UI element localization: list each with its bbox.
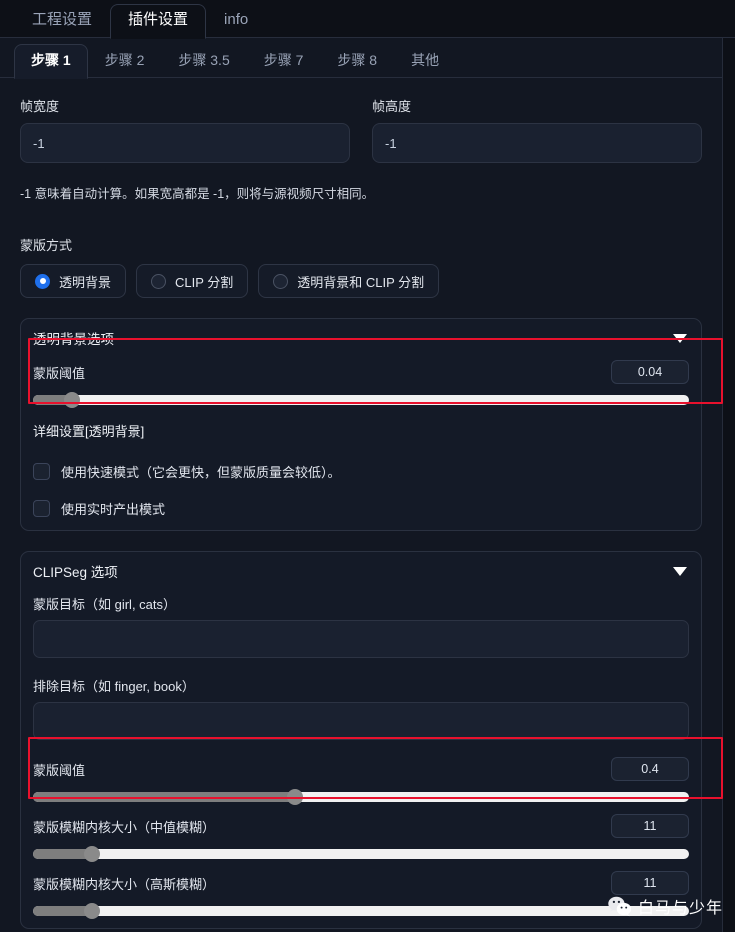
frame-height-field: 帧高度	[372, 96, 702, 163]
chevron-down-icon[interactable]	[673, 333, 687, 343]
frame-width-input[interactable]	[20, 123, 350, 163]
frame-width-label: 帧宽度	[20, 99, 60, 114]
gaussian-blur-slider-row: 蒙版模糊内核大小（高斯模糊） 11	[33, 871, 689, 919]
right-gutter	[723, 38, 735, 932]
slider-thumb[interactable]	[84, 846, 101, 862]
mask-mode-label: 蒙版方式	[20, 238, 73, 253]
step-tab-1[interactable]: 步骤 1	[14, 44, 88, 79]
transparent-group-header[interactable]: 透明背景选项	[33, 328, 689, 348]
radio-transparent-and-clip[interactable]: 透明背景和 CLIP 分割	[258, 264, 440, 298]
transparent-group-title: 透明背景选项	[33, 332, 114, 347]
checkbox-fast-mode[interactable]: 使用快速模式（它会更快，但蒙版质量会较低）。	[33, 462, 689, 481]
transparent-threshold-label: 蒙版阈值	[33, 365, 86, 381]
wechat-icon	[608, 896, 632, 916]
radio-label: 透明背景和 CLIP 分割	[297, 274, 425, 290]
step-tab-7[interactable]: 步骤 7	[247, 44, 321, 78]
transparent-threshold-slider-row: 蒙版阈值 0.04	[33, 360, 689, 408]
chevron-down-icon[interactable]	[673, 566, 687, 576]
step-tab-bar: 步骤 1 步骤 2 步骤 3.5 步骤 7 步骤 8 其他	[0, 38, 722, 79]
checkbox-icon	[33, 463, 50, 480]
frame-size-row: 帧宽度 帧高度	[20, 96, 702, 163]
median-blur-slider-row: 蒙版模糊内核大小（中值模糊） 11	[33, 814, 689, 862]
frame-height-input[interactable]	[372, 123, 702, 163]
radio-clip-segmentation[interactable]: CLIP 分割	[136, 264, 249, 298]
frame-height-label: 帧高度	[372, 99, 412, 114]
radio-label: CLIP 分割	[175, 274, 234, 290]
radio-dot-icon	[35, 273, 50, 289]
slider-thumb[interactable]	[64, 392, 81, 408]
step-tab-3-5[interactable]: 步骤 3.5	[161, 44, 246, 78]
transparent-background-group: 透明背景选项 蒙版阈值 0.04 详细设置[透明背景] 使用快速模式（它会更快，…	[20, 318, 702, 531]
clipseg-threshold-value[interactable]: 0.4	[611, 757, 689, 781]
radio-transparent-background[interactable]: 透明背景	[20, 264, 127, 298]
clipseg-group: CLIPSeg 选项 蒙版目标（如 girl, cats） 排除目标（如 fin…	[20, 551, 702, 929]
gaussian-blur-slider[interactable]	[33, 903, 689, 919]
tab-project-settings[interactable]: 工程设置	[14, 4, 110, 38]
step-tab-2[interactable]: 步骤 2	[88, 44, 162, 78]
frame-width-field: 帧宽度	[20, 96, 350, 163]
step-tab-other[interactable]: 其他	[394, 44, 456, 78]
checkbox-realtime-output[interactable]: 使用实时产出模式	[33, 499, 689, 518]
mask-target-label: 蒙版目标（如 girl, cats）	[33, 597, 177, 612]
tab-plugin-settings[interactable]: 插件设置	[110, 4, 207, 39]
transparent-detail-title: 详细设置[透明背景]	[33, 424, 145, 439]
exclude-target-label: 排除目标（如 finger, book）	[33, 679, 195, 694]
plugin-settings-panel: 步骤 1 步骤 2 步骤 3.5 步骤 7 步骤 8 其他 帧宽度 帧高度 -1…	[0, 38, 723, 932]
clipseg-threshold-top: 蒙版阈值 0.4	[33, 757, 689, 781]
clipseg-threshold-slider[interactable]	[33, 789, 689, 805]
checkbox-label: 使用快速模式（它会更快，但蒙版质量会较低）。	[61, 465, 341, 480]
transparent-threshold-value[interactable]: 0.04	[611, 360, 689, 384]
mask-mode-radio-group: 透明背景 CLIP 分割 透明背景和 CLIP 分割	[20, 264, 702, 298]
clipseg-group-header[interactable]: CLIPSeg 选项	[33, 561, 689, 581]
slider-thumb[interactable]	[84, 903, 101, 919]
radio-dot-icon	[273, 273, 289, 289]
gaussian-blur-label: 蒙版模糊内核大小（高斯模糊）	[33, 876, 216, 892]
slider-fill	[33, 792, 296, 802]
radio-dot-icon	[151, 273, 167, 289]
median-blur-top: 蒙版模糊内核大小（中值模糊） 11	[33, 814, 689, 838]
tab-info[interactable]: info	[206, 4, 266, 38]
checkbox-icon	[33, 500, 50, 517]
step-tab-8[interactable]: 步骤 8	[320, 44, 394, 78]
slider-thumb[interactable]	[287, 789, 304, 805]
mask-target-input[interactable]	[33, 620, 689, 658]
median-blur-label: 蒙版模糊内核大小（中值模糊）	[33, 819, 216, 835]
median-blur-slider[interactable]	[33, 846, 689, 862]
median-blur-value[interactable]: 11	[611, 814, 689, 838]
clipseg-group-title: CLIPSeg 选项	[33, 565, 118, 580]
radio-label: 透明背景	[59, 274, 112, 290]
settings-body: 帧宽度 帧高度 -1 意味着自动计算。如果宽高都是 -1，则将与源视频尺寸相同。…	[0, 78, 722, 929]
transparent-threshold-top: 蒙版阈值 0.04	[33, 360, 689, 384]
exclude-target-input[interactable]	[33, 702, 689, 740]
watermark: 白马与少年	[608, 894, 723, 918]
gaussian-blur-value[interactable]: 11	[611, 871, 689, 895]
checkbox-label: 使用实时产出模式	[61, 502, 166, 517]
top-tab-bar: 工程设置 插件设置 info	[0, 0, 735, 39]
clipseg-threshold-slider-row: 蒙版阈值 0.4	[33, 757, 689, 805]
watermark-text: 白马与少年	[637, 900, 723, 917]
transparent-threshold-slider[interactable]	[33, 392, 689, 408]
gaussian-blur-top: 蒙版模糊内核大小（高斯模糊） 11	[33, 871, 689, 895]
frame-size-hint: -1 意味着自动计算。如果宽高都是 -1，则将与源视频尺寸相同。	[20, 187, 375, 201]
clipseg-threshold-label: 蒙版阈值	[33, 762, 86, 778]
